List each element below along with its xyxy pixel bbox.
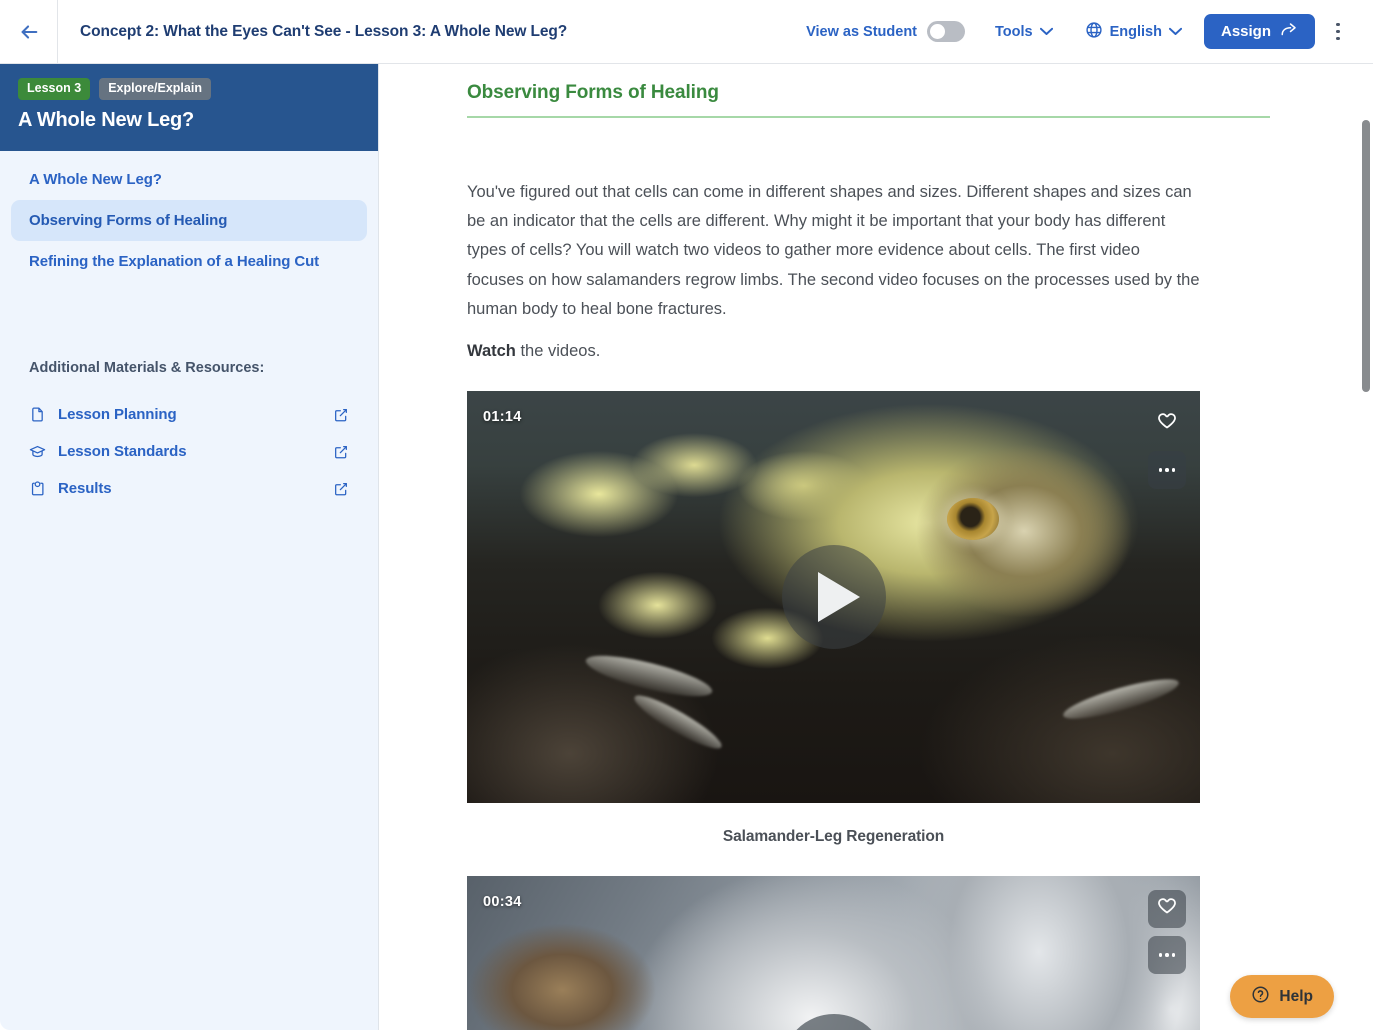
sidebar-badges: Lesson 3 Explore/Explain xyxy=(18,78,360,100)
chevron-down-icon xyxy=(1169,24,1182,40)
lesson-sidebar: Lesson 3 Explore/Explain A Whole New Leg… xyxy=(0,64,379,1030)
view-as-student-label: View as Student xyxy=(806,24,917,40)
video-more-options-button[interactable] xyxy=(1148,936,1186,974)
resource-label: Lesson Standards xyxy=(58,443,333,460)
external-link-icon[interactable] xyxy=(333,481,349,497)
arrow-left-icon xyxy=(18,21,40,43)
external-link-icon[interactable] xyxy=(333,444,349,460)
resource-item-lesson-standards[interactable]: Lesson Standards xyxy=(11,433,367,470)
section-heading: Observing Forms of Healing xyxy=(467,82,1270,118)
back-button[interactable] xyxy=(0,0,58,63)
page-title: Concept 2: What the Eyes Can't See - Les… xyxy=(58,23,567,41)
more-options-icon xyxy=(1159,953,1176,957)
more-options-icon xyxy=(1159,468,1176,472)
favorite-button[interactable] xyxy=(1148,405,1186,443)
video-more-options-button[interactable] xyxy=(1148,451,1186,489)
favorite-button[interactable] xyxy=(1148,890,1186,928)
document-icon xyxy=(29,406,46,423)
main-content-pane: Observing Forms of Healing You've figure… xyxy=(379,64,1360,1030)
video-duration: 00:34 xyxy=(483,894,522,910)
application-window: Concept 2: What the Eyes Can't See - Les… xyxy=(0,0,1373,1030)
external-link-icon[interactable] xyxy=(333,407,349,423)
status-badge-lesson: Lesson 3 xyxy=(18,78,90,100)
heart-icon xyxy=(1156,411,1178,438)
intro-paragraph: You've figured out that cells can come i… xyxy=(467,178,1200,324)
salamander-eye-detail xyxy=(947,498,999,540)
resource-label: Results xyxy=(58,480,333,497)
tools-label: Tools xyxy=(995,24,1033,40)
video-player[interactable]: 00:34 xyxy=(467,876,1200,1030)
sidebar-title: A Whole New Leg? xyxy=(18,109,360,132)
sidebar-item-a-whole-new-leg[interactable]: A Whole New Leg? xyxy=(11,159,367,200)
sidebar-item-observing-forms-of-healing[interactable]: Observing Forms of Healing xyxy=(11,200,367,241)
resource-label: Lesson Planning xyxy=(58,406,333,423)
help-button[interactable]: Help xyxy=(1230,975,1334,1018)
view-as-student-toggle[interactable]: View as Student xyxy=(792,21,979,42)
video-caption: Salamander-Leg Regeneration xyxy=(467,828,1200,846)
globe-icon xyxy=(1085,21,1103,43)
vertical-scrollbar-track[interactable] xyxy=(1359,64,1373,1030)
vertical-scrollbar-thumb[interactable] xyxy=(1362,120,1370,392)
graduation-cap-icon xyxy=(29,443,46,460)
language-label: English xyxy=(1110,24,1162,40)
share-arrow-icon xyxy=(1280,21,1298,43)
resources-heading: Additional Materials & Resources: xyxy=(11,360,367,376)
sidebar-item-refining-the-explanation[interactable]: Refining the Explanation of a Healing Cu… xyxy=(11,241,367,282)
sidebar-header: Lesson 3 Explore/Explain A Whole New Leg… xyxy=(0,64,378,151)
clipboard-check-icon xyxy=(29,480,46,497)
language-menu[interactable]: English xyxy=(1069,21,1198,43)
video-duration: 01:14 xyxy=(483,409,522,425)
resource-item-results[interactable]: Results xyxy=(11,470,367,507)
play-button[interactable] xyxy=(782,545,886,649)
sidebar-resources: Additional Materials & Resources: Lesson… xyxy=(0,360,378,507)
resource-item-lesson-planning[interactable]: Lesson Planning xyxy=(11,396,367,433)
video-card-salamander: 01:14 xyxy=(467,391,1200,846)
sidebar-nav: A Whole New Leg? Observing Forms of Heal… xyxy=(0,151,378,282)
status-badge-phase: Explore/Explain xyxy=(99,78,211,100)
question-circle-icon xyxy=(1251,985,1270,1009)
watch-bold: Watch xyxy=(467,342,516,360)
top-header-bar: Concept 2: What the Eyes Can't See - Les… xyxy=(0,0,1373,64)
help-label: Help xyxy=(1279,988,1313,1006)
kebab-menu-icon[interactable] xyxy=(1321,12,1355,52)
assign-label: Assign xyxy=(1221,23,1271,40)
assign-button[interactable]: Assign xyxy=(1204,14,1315,49)
heart-icon xyxy=(1156,896,1178,923)
header-actions: View as Student Tools xyxy=(792,12,1373,52)
video-thumbnail-image xyxy=(467,876,1200,1030)
toggle-switch[interactable] xyxy=(927,21,965,42)
tools-menu[interactable]: Tools xyxy=(979,24,1069,40)
play-icon xyxy=(818,572,860,622)
video-player[interactable]: 01:14 xyxy=(467,391,1200,803)
watch-instruction: Watch the videos. xyxy=(467,342,1270,361)
chevron-down-icon xyxy=(1040,24,1053,40)
watch-rest: the videos. xyxy=(516,342,600,360)
video-card-bone-healing: 00:34 xyxy=(467,876,1200,1030)
